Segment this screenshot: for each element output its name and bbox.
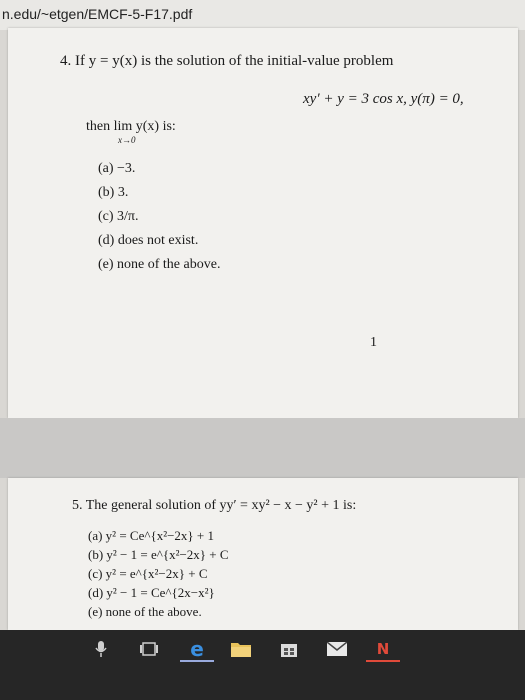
question-5-text: 5. The general solution of yy′ = xy² − x…	[72, 498, 357, 513]
option-c: (c) y² = e^{x²−2x} + C	[88, 566, 208, 581]
question-4-text: 4. If y = y(x) is the solution of the in…	[60, 53, 394, 69]
open-app-indicator	[366, 660, 400, 662]
option-a: (a) y² = Ce^{x²−2x} + 1	[88, 528, 214, 543]
page-separator	[0, 418, 525, 478]
file-explorer-icon[interactable]	[230, 638, 252, 660]
mail-icon[interactable]	[326, 638, 348, 660]
question-4-equation: xy′ + y = 3 cos x, y(π) = 0,	[303, 91, 464, 107]
option-c: (c) 3/π.	[98, 209, 139, 224]
question-4-then-text: then lim y(x) is:	[86, 119, 176, 134]
microphone-icon[interactable]	[90, 638, 112, 660]
active-app-indicator	[180, 660, 214, 662]
task-view-icon[interactable]	[138, 638, 160, 660]
pdf-page-2: 5. The general solution of yy′ = xy² − x…	[8, 478, 518, 630]
taskbar: e N	[0, 630, 525, 700]
store-icon[interactable]	[278, 638, 300, 660]
page-number: 1	[370, 335, 377, 350]
option-e: (e) none of the above.	[98, 257, 221, 272]
edge-browser-icon[interactable]: e	[186, 637, 208, 661]
pdf-page-1: 4. If y = y(x) is the solution of the in…	[8, 28, 518, 418]
option-d: (d) does not exist.	[98, 233, 199, 248]
option-a: (a) −3.	[98, 161, 136, 176]
address-bar[interactable]: n.edu/~etgen/EMCF-5-F17.pdf	[0, 0, 525, 30]
option-b: (b) 3.	[98, 185, 129, 200]
limit-subscript: x→0	[118, 135, 136, 145]
option-b: (b) y² − 1 = e^{x²−2x} + C	[88, 547, 229, 562]
option-e: (e) none of the above.	[88, 604, 202, 619]
news-icon[interactable]: N	[372, 638, 394, 660]
address-bar-url: n.edu/~etgen/EMCF-5-F17.pdf	[2, 6, 193, 22]
option-d: (d) y² − 1 = Ce^{2x−x²}	[88, 585, 215, 600]
